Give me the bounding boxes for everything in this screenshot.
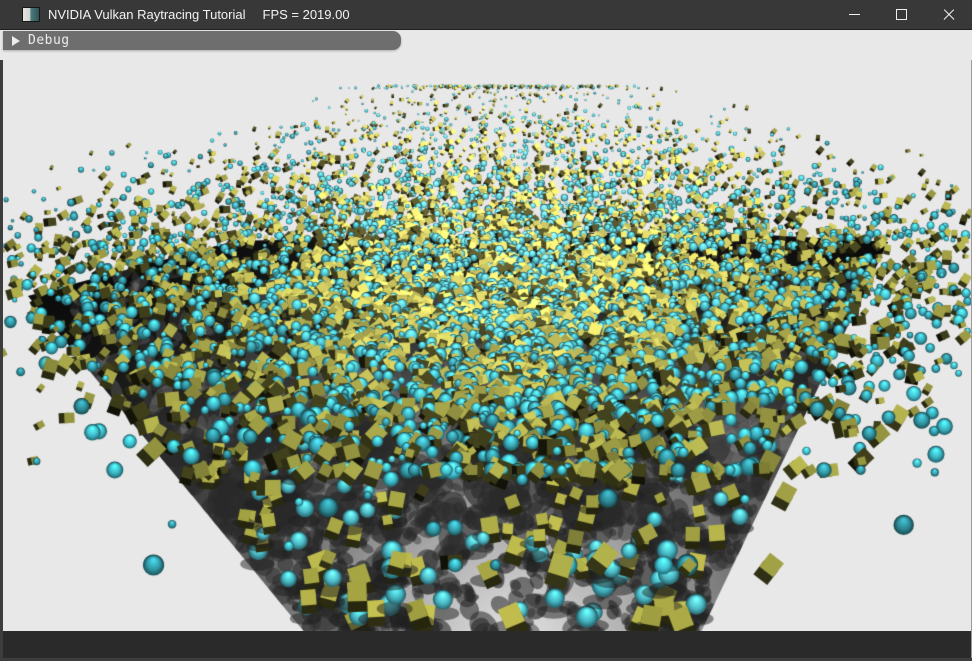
render-viewport[interactable]: Debug [0,30,972,631]
titlebar[interactable]: NVIDIA Vulkan Raytracing Tutorial FPS = … [0,0,972,30]
app-window: Debug NVIDIA Vulkan Raytracing Tutorial … [0,0,972,631]
minimize-icon [849,14,860,15]
debug-collapsing-header[interactable]: Debug [3,31,401,50]
window-title: NVIDIA Vulkan Raytracing Tutorial [48,7,246,22]
close-icon [943,9,955,21]
debug-header-label: Debug [28,33,70,48]
fps-counter: FPS = 2019.00 [263,7,350,22]
maximize-icon [896,9,907,20]
minimize-button[interactable] [831,0,878,30]
close-button[interactable] [925,0,972,30]
maximize-button[interactable] [878,0,925,30]
window-border-left [0,60,3,661]
app-thumbnail-icon [22,7,40,22]
raytraced-scene-canvas[interactable] [0,0,972,631]
triangle-right-icon [12,36,20,46]
